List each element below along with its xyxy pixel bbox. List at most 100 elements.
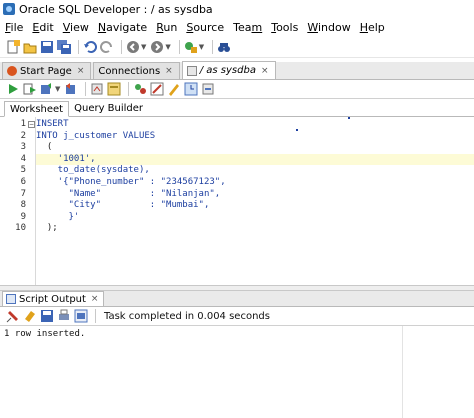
mouse-cursor-mark xyxy=(348,117,350,119)
back-dropdown-icon[interactable]: ▼ xyxy=(141,43,146,51)
script-output-panel[interactable]: 1 row inserted. xyxy=(0,326,474,418)
code-line-current: '1001', xyxy=(36,153,474,166)
tab-label: Start Page xyxy=(20,65,72,77)
save-output-icon[interactable] xyxy=(40,309,54,323)
menu-view[interactable]: View xyxy=(63,21,89,34)
code-line: to_date(sysdate), xyxy=(36,165,150,176)
toolbar-separator xyxy=(85,82,87,96)
menu-source[interactable]: Source xyxy=(186,21,224,34)
eraser-icon[interactable] xyxy=(23,309,37,323)
main-toolbar: ▼ ▼ ▼ xyxy=(0,36,474,58)
tab-connections[interactable]: Connections × xyxy=(93,62,180,79)
close-icon[interactable]: × xyxy=(165,66,173,76)
undo-icon[interactable] xyxy=(83,40,97,54)
tab-query-builder[interactable]: Query Builder xyxy=(69,100,148,116)
close-icon[interactable]: × xyxy=(77,66,85,76)
save-icon[interactable] xyxy=(40,40,54,54)
commit-icon[interactable] xyxy=(40,82,54,96)
run-config-dropdown-icon[interactable]: ▼ xyxy=(199,43,204,51)
new-icon[interactable] xyxy=(6,39,20,54)
menu-team[interactable]: Team xyxy=(233,21,262,34)
code-line: "City" : "Mumbai", xyxy=(36,200,210,211)
output-tabs: Script Output × xyxy=(0,291,474,307)
close-icon[interactable]: × xyxy=(261,66,269,76)
save-all-icon[interactable] xyxy=(57,39,71,54)
line-number: 9 xyxy=(20,211,26,222)
menu-tools[interactable]: Tools xyxy=(271,21,298,34)
code-line: ); xyxy=(36,223,58,234)
line-number: 2 xyxy=(20,130,26,141)
code-line: ( xyxy=(36,142,53,153)
export-icon[interactable] xyxy=(74,309,88,323)
line-number: 1 xyxy=(20,119,26,129)
rollback-icon[interactable] xyxy=(64,82,78,96)
mouse-cursor-mark xyxy=(296,129,298,131)
toolbar-separator xyxy=(121,39,122,54)
tab-sysdba-worksheet[interactable]: / as sysdba × xyxy=(181,61,276,79)
format-icon[interactable] xyxy=(167,82,181,96)
line-number: 8 xyxy=(20,200,26,211)
menu-run[interactable]: Run xyxy=(156,21,177,34)
run-config-icon[interactable] xyxy=(184,40,198,54)
code-area[interactable]: INSERT INTO j_customer VALUES ( '1001', … xyxy=(36,117,474,285)
line-number: 4 xyxy=(20,153,26,164)
menu-help[interactable]: Help xyxy=(360,21,385,34)
pin-icon[interactable] xyxy=(6,309,20,323)
history-icon[interactable] xyxy=(184,82,198,96)
sql-tuning-icon[interactable] xyxy=(133,82,147,96)
menu-file[interactable]: File xyxy=(5,21,23,34)
document-tabs: Start Page × Connections × / as sysdba × xyxy=(0,61,474,80)
line-number-gutter: 1 2 3 4 5 6 7 8 9 10 − xyxy=(0,117,36,285)
back-icon[interactable] xyxy=(126,40,140,54)
close-icon[interactable]: × xyxy=(91,294,99,304)
tab-label: Script Output xyxy=(19,293,86,305)
redo-icon[interactable] xyxy=(100,40,114,54)
code-line: '{"Phone_number" : "234567123", xyxy=(36,177,226,187)
menu-bar: File Edit View Navigate Run Source Team … xyxy=(0,18,474,36)
window-title: Oracle SQL Developer : / as sysdba xyxy=(19,2,213,16)
script-output-icon xyxy=(6,294,16,304)
toolbar-separator xyxy=(128,82,130,96)
autotrace-icon[interactable] xyxy=(90,82,104,96)
print-icon[interactable] xyxy=(57,309,71,323)
toolbar-separator xyxy=(95,309,96,323)
menu-navigate[interactable]: Navigate xyxy=(98,21,147,34)
code-line: INTO j_customer VALUES xyxy=(36,130,156,141)
tab-label: Connections xyxy=(98,65,161,77)
tab-worksheet[interactable]: Worksheet xyxy=(4,101,70,117)
binoculars-icon[interactable] xyxy=(217,40,231,54)
fold-toggle-icon[interactable]: − xyxy=(28,121,35,128)
forward-icon[interactable] xyxy=(150,40,164,54)
menu-edit[interactable]: Edit xyxy=(32,21,53,34)
unshared-icon[interactable] xyxy=(201,82,215,96)
tab-start-page[interactable]: Start Page × xyxy=(2,62,92,79)
sql-editor[interactable]: 1 2 3 4 5 6 7 8 9 10 − INSERT INTO j_cus… xyxy=(0,117,474,285)
line-number: 5 xyxy=(20,165,26,176)
output-margin-line xyxy=(402,326,403,418)
tab-script-output[interactable]: Script Output × xyxy=(2,291,105,306)
run-statement-icon[interactable] xyxy=(6,82,20,96)
line-number: 3 xyxy=(20,142,26,153)
toolbar-separator xyxy=(78,39,79,54)
commit-dropdown-icon[interactable]: ▼ xyxy=(55,85,60,93)
run-script-icon[interactable] xyxy=(23,82,37,96)
output-toolbar: Task completed in 0.004 seconds xyxy=(0,307,474,326)
sql-worksheet-icon xyxy=(186,65,197,76)
output-text: 1 row inserted. xyxy=(4,329,86,339)
explain-plan-icon[interactable] xyxy=(107,82,121,96)
code-line: INSERT xyxy=(36,119,69,129)
toolbar-separator xyxy=(178,39,180,54)
worksheet-toolbar: ▼ xyxy=(0,80,474,99)
open-icon[interactable] xyxy=(23,40,37,54)
worksheet-subtabs: Worksheet Query Builder xyxy=(0,101,474,117)
line-number: 7 xyxy=(20,188,26,199)
title-bar: Oracle SQL Developer : / as sysdba xyxy=(0,0,474,18)
code-line: }' xyxy=(36,211,80,222)
forward-dropdown-icon[interactable]: ▼ xyxy=(165,43,170,51)
toolbar-separator xyxy=(212,39,214,54)
line-number: 10 xyxy=(15,223,26,234)
menu-window[interactable]: Window xyxy=(307,21,350,34)
clear-icon[interactable] xyxy=(150,82,164,96)
code-line: "Name" : "Nilanjan", xyxy=(36,188,221,199)
sql-developer-app-icon xyxy=(3,3,15,15)
